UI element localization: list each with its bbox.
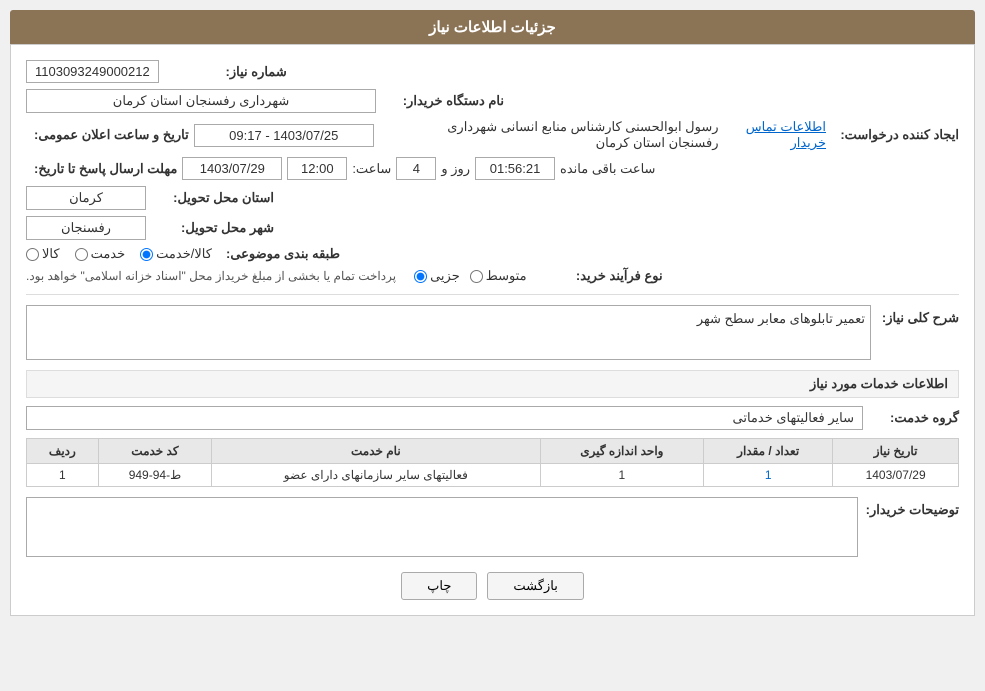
general-description-value: تعمیر تابلوهای معابر سطح شهر xyxy=(26,305,871,360)
cell-unit: 1 xyxy=(540,464,704,487)
col-service-code: کد خدمت xyxy=(98,439,211,464)
datetime-label: تاریخ و ساعت اعلان عمومی: xyxy=(34,127,189,143)
process-type-row: نوع فرآیند خرید: متوسط جزیی پرداخت تمام … xyxy=(26,268,959,284)
general-description-label: شرح کلی نیاز: xyxy=(879,305,959,326)
category-kala: کالا xyxy=(26,246,60,262)
buyer-org-label: نام دستگاه خریدار: xyxy=(384,93,504,109)
deadline-days: 4 xyxy=(396,157,436,180)
col-quantity: تعداد / مقدار xyxy=(704,439,833,464)
cell-row-num: 1 xyxy=(27,464,99,487)
process-motavaset: متوسط xyxy=(470,268,527,284)
delivery-province-value: کرمان xyxy=(26,186,146,210)
category-radio-group: کالا/خدمت خدمت کالا xyxy=(26,246,212,262)
time-label: ساعت: xyxy=(352,161,391,177)
process-motavaset-label: متوسط xyxy=(486,268,527,284)
requester-name: رسول ابوالحسنی کارشناس منابع انسانی شهرد… xyxy=(394,119,719,151)
page-container: جزئیات اطلاعات نیاز شماره نیاز: 11030932… xyxy=(0,0,985,691)
category-kala-label: کالا xyxy=(42,246,60,262)
niyaz-number-value: 1103093249000212 xyxy=(26,60,159,83)
cell-service-code: ط-94-949 xyxy=(98,464,211,487)
cell-date: 1403/07/29 xyxy=(833,464,959,487)
service-group-row: گروه خدمت: سایر فعالیتهای خدماتی xyxy=(26,406,959,430)
delivery-city-value: رفسنجان xyxy=(26,216,146,240)
category-kala-khedmat: کالا/خدمت xyxy=(140,246,212,262)
category-row: طبقه بندی موضوعی: کالا/خدمت خدمت کالا xyxy=(26,246,959,262)
category-kala-radio[interactable] xyxy=(26,248,39,261)
announce-datetime-value: 1403/07/25 - 09:17 xyxy=(194,124,374,147)
process-radio-group: متوسط جزیی xyxy=(414,268,527,284)
process-type-label: نوع فرآیند خرید: xyxy=(543,268,663,284)
col-need-date: تاریخ نیاز xyxy=(833,439,959,464)
process-jozii: جزیی xyxy=(414,268,460,284)
days-label: روز و xyxy=(441,161,470,177)
divider-1 xyxy=(26,294,959,295)
category-khedmat-radio[interactable] xyxy=(75,248,88,261)
requester-row: ایجاد کننده درخواست: اطلاعات تماس خریدار… xyxy=(26,119,959,151)
category-khedmat: خدمت xyxy=(75,246,126,262)
services-table: تاریخ نیاز تعداد / مقدار واحد اندازه گیر… xyxy=(26,438,959,487)
page-title: جزئیات اطلاعات نیاز xyxy=(429,19,556,36)
process-jozii-label: جزیی xyxy=(430,268,460,284)
services-section-title: اطلاعات خدمات مورد نیاز xyxy=(26,370,959,398)
page-header: جزئیات اطلاعات نیاز xyxy=(10,10,975,44)
delivery-province-label: استان محل تحویل: xyxy=(154,190,274,206)
requester-label: ایجاد کننده درخواست: xyxy=(839,127,959,143)
service-group-value: سایر فعالیتهای خدماتی xyxy=(26,406,863,430)
cell-service-name: فعالیتهای سایر سازمانهای دارای عضو xyxy=(212,464,540,487)
process-note: پرداخت تمام یا بخشی از مبلغ خریداز محل "… xyxy=(26,269,396,283)
remaining-label: ساعت باقی مانده xyxy=(560,161,655,177)
col-unit: واحد اندازه گیری xyxy=(540,439,704,464)
process-motavaset-radio[interactable] xyxy=(470,270,483,283)
buttons-row: بازگشت چاپ xyxy=(26,572,959,600)
send-deadline-label: مهلت ارسال پاسخ تا تاریخ: xyxy=(34,161,177,177)
col-row-num: ردیف xyxy=(27,439,99,464)
delivery-city-row: شهر محل تحویل: رفسنجان xyxy=(26,216,959,240)
category-kala-khedmat-label: کالا/خدمت xyxy=(156,246,212,262)
process-jozii-radio[interactable] xyxy=(414,270,427,283)
buyer-org-row: نام دستگاه خریدار: شهرداری رفسنجان استان… xyxy=(26,89,959,113)
print-button[interactable]: چاپ xyxy=(401,572,477,600)
remaining-time: 01:56:21 xyxy=(475,157,555,180)
category-kala-khedmat-radio[interactable] xyxy=(140,248,153,261)
deadline-row: ساعت باقی مانده 01:56:21 روز و 4 ساعت: 1… xyxy=(26,157,959,180)
niyaz-number-row: شماره نیاز: 1103093249000212 xyxy=(26,60,959,83)
col-service-name: نام خدمت xyxy=(212,439,540,464)
main-content: شماره نیاز: 1103093249000212 نام دستگاه … xyxy=(10,44,975,616)
buyer-org-value: شهرداری رفسنجان استان کرمان xyxy=(26,89,376,113)
buyer-notes-box xyxy=(26,497,858,557)
deadline-date: 1403/07/29 xyxy=(182,157,282,180)
general-description-container: شرح کلی نیاز: تعمیر تابلوهای معابر سطح ش… xyxy=(26,305,959,360)
back-button[interactable]: بازگشت xyxy=(487,572,583,600)
buyer-notes-label: توضیحات خریدار: xyxy=(866,497,959,518)
table-row: 1403/07/29 1 1 فعالیتهای سایر سازمانهای … xyxy=(27,464,959,487)
buyer-notes-container: توضیحات خریدار: xyxy=(26,497,959,557)
service-group-label: گروه خدمت: xyxy=(879,410,959,426)
deadline-time: 12:00 xyxy=(287,157,347,180)
niyaz-number-label: شماره نیاز: xyxy=(167,64,287,80)
delivery-province-row: استان محل تحویل: کرمان xyxy=(26,186,959,210)
general-description-text: تعمیر تابلوهای معابر سطح شهر xyxy=(697,311,865,327)
contact-link[interactable]: اطلاعات تماس خریدار xyxy=(729,119,826,151)
category-label: طبقه بندی موضوعی: xyxy=(220,246,340,262)
cell-quantity: 1 xyxy=(704,464,833,487)
delivery-city-label: شهر محل تحویل: xyxy=(154,220,274,236)
category-khedmat-label: خدمت xyxy=(91,246,126,262)
